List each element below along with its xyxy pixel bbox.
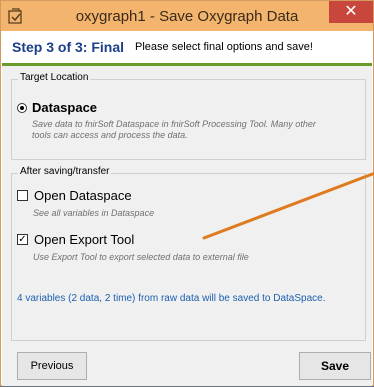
close-button[interactable]: ✕ (329, 1, 373, 23)
open-export-tool-checkbox[interactable]: ✓ (17, 234, 28, 245)
open-dataspace-description: See all variables in Dataspace (33, 208, 155, 218)
window-title: oxygraph1 - Save Oxygraph Data (75, 8, 299, 25)
close-icon: ✕ (344, 3, 358, 20)
step-title: Step 3 of 3: Final (12, 39, 125, 55)
target-location-legend: Target Location (18, 72, 91, 83)
dataspace-radio[interactable] (17, 102, 27, 113)
open-export-tool-description: Use Export Tool to export selected data … (33, 252, 249, 262)
info-message: 4 variables (2 data, 2 time) from raw da… (17, 293, 326, 304)
open-dataspace-label: Open Dataspace (34, 188, 132, 203)
save-dialog-window: oxygraph1 - Save Oxygraph Data ✕ Step 3 … (0, 0, 374, 386)
title-bar[interactable]: oxygraph1 - Save Oxygraph Data ✕ (1, 1, 373, 31)
dialog-content: Target Location Dataspace Save data to f… (2, 66, 372, 386)
open-export-tool-label: Open Export Tool (34, 232, 135, 247)
dataspace-radio-option[interactable]: Dataspace (17, 100, 97, 115)
dataspace-label: Dataspace (32, 100, 98, 115)
previous-button[interactable]: Previous (17, 352, 87, 380)
step-description: Please select final options and save! (135, 41, 313, 53)
dataspace-description-line2: tools can access and process the data. (32, 130, 188, 140)
after-saving-group: After saving/transfer Open Dataspace See… (11, 166, 366, 341)
open-export-tool-option[interactable]: ✓ Open Export Tool (17, 232, 134, 247)
open-dataspace-checkbox[interactable] (17, 190, 28, 201)
open-dataspace-option[interactable]: Open Dataspace (17, 188, 132, 203)
target-location-group: Target Location Dataspace Save data to f… (11, 72, 366, 160)
dataspace-description-line1: Save data to fnirSoft Dataspace in fnirS… (32, 119, 316, 129)
after-saving-legend: After saving/transfer (18, 166, 112, 177)
save-button[interactable]: Save (299, 352, 371, 380)
dataspace-description: Save data to fnirSoft Dataspace in fnirS… (32, 119, 316, 141)
step-header: Step 3 of 3: Final Please select final o… (2, 31, 372, 63)
